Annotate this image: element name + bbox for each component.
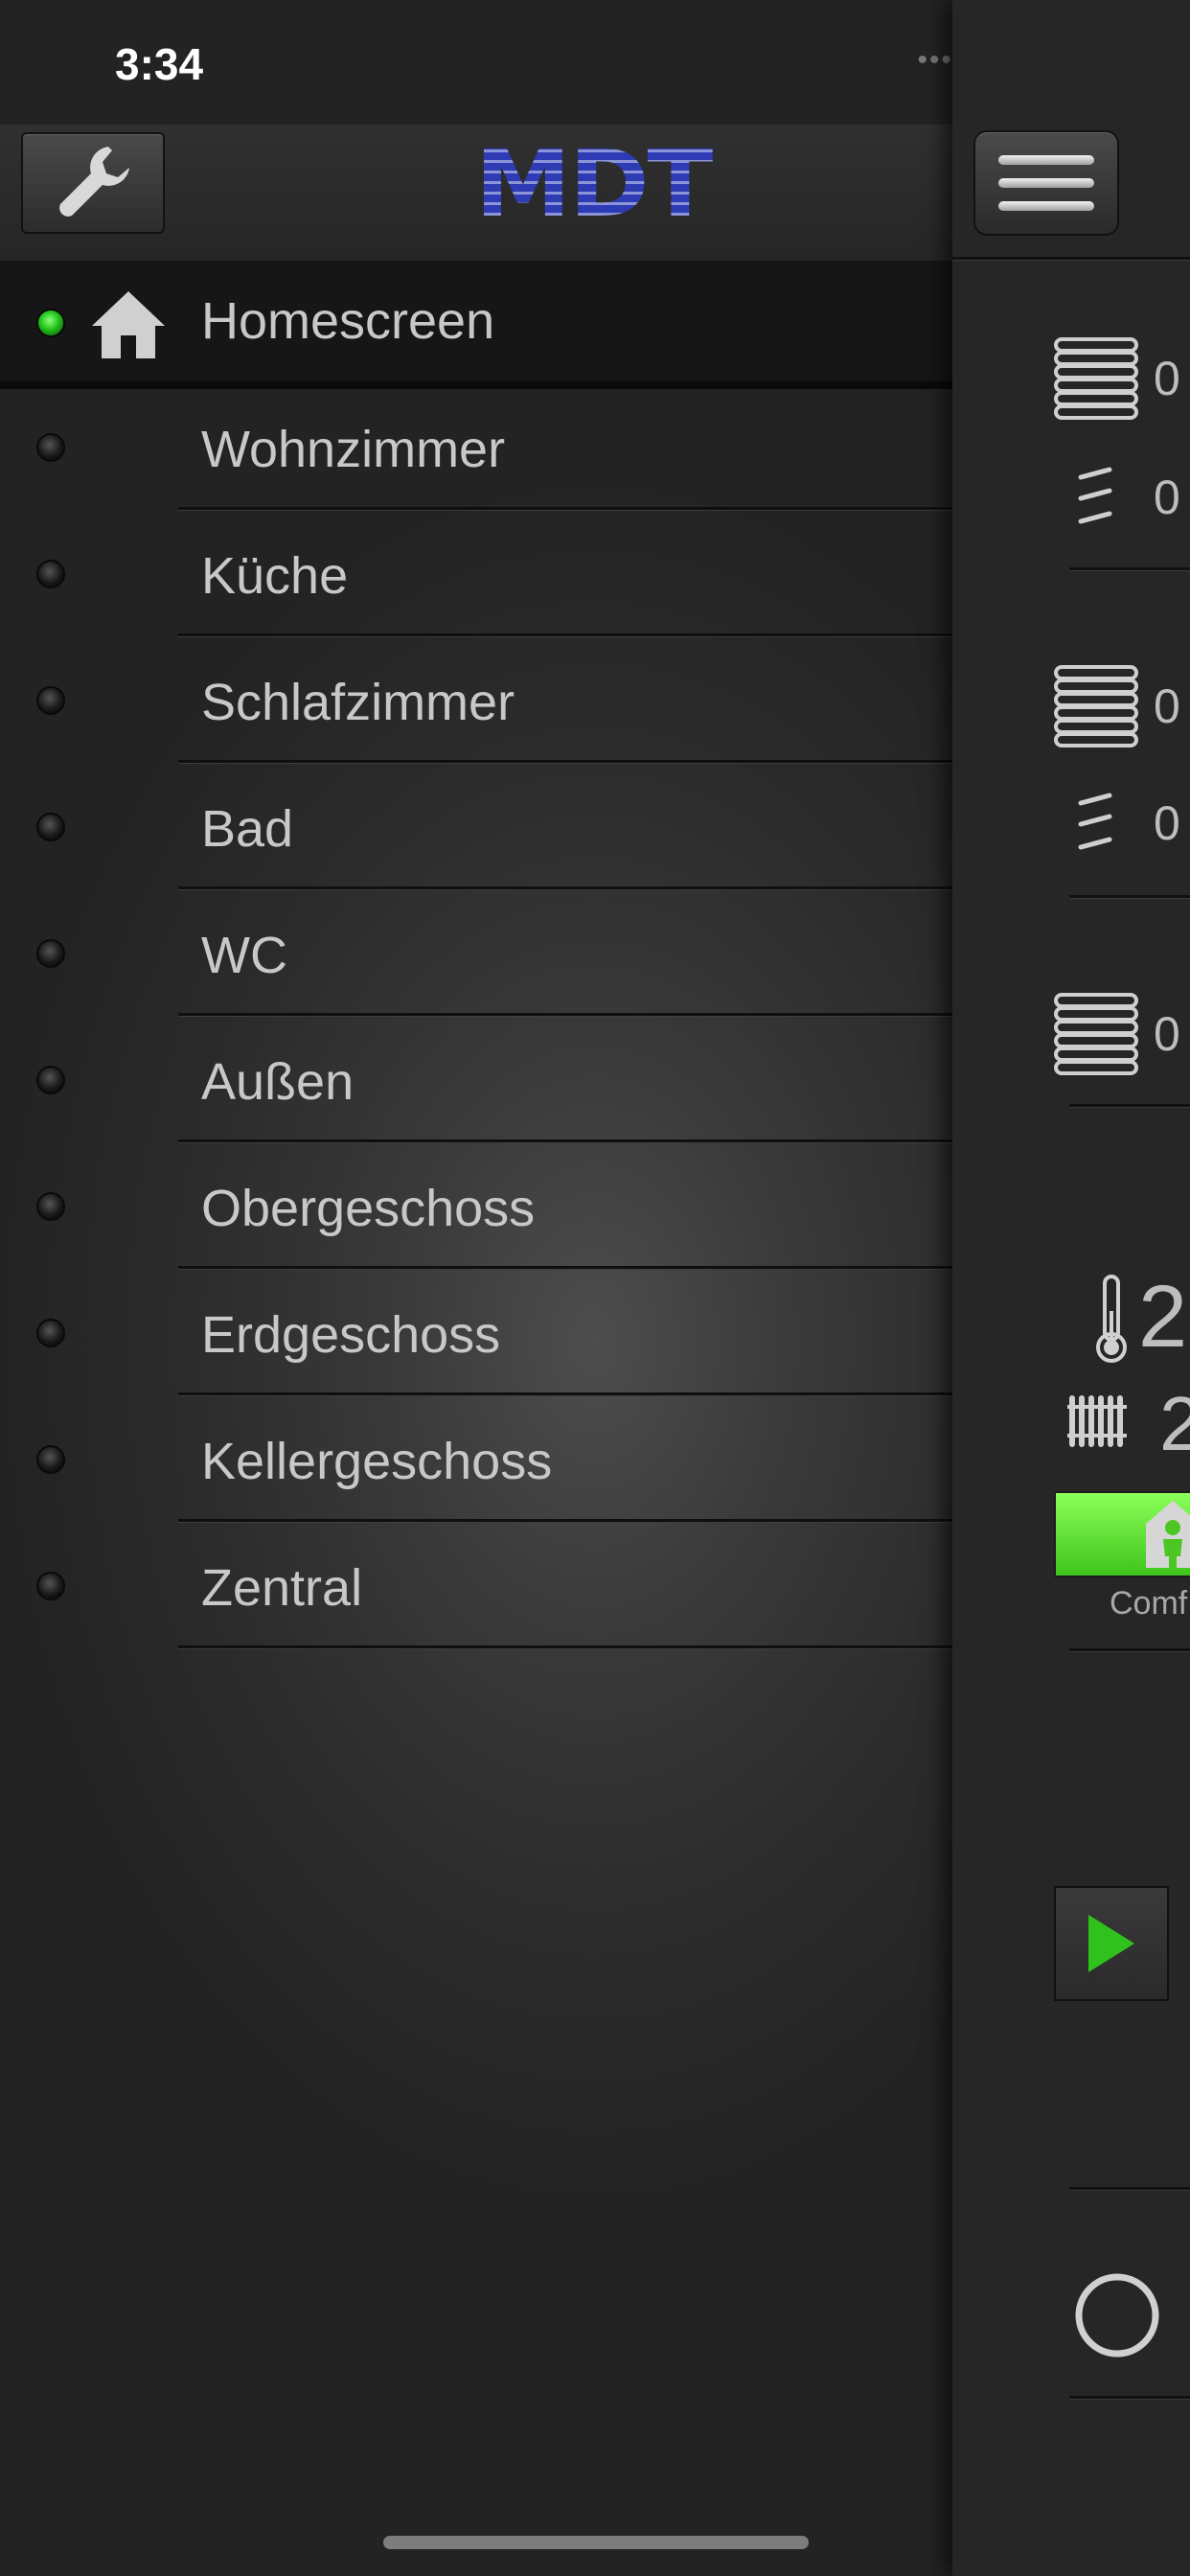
menu-item-label: Kellergeschoss — [201, 1433, 553, 1490]
slat-angle-value: 0 — [1154, 796, 1180, 850]
menu-item-label: Schlafzimmer — [201, 674, 515, 731]
hamburger-icon-bar — [998, 178, 1094, 188]
radiator-icon — [1067, 1395, 1127, 1447]
room-temperature-value: 2 — [1138, 1268, 1188, 1366]
menu-item-obergeschoss[interactable]: Obergeschoss — [0, 1144, 952, 1269]
hamburger-icon — [998, 155, 1094, 165]
divider — [178, 633, 952, 636]
circle-toggle-icon[interactable] — [1071, 2269, 1163, 2361]
hamburger-icon-bar — [998, 201, 1094, 211]
status-led — [36, 560, 65, 588]
blind-position-value: 0 — [1154, 679, 1180, 733]
divider — [1069, 2187, 1190, 2190]
divider — [1069, 1104, 1190, 1107]
mdt-logo: MDT — [464, 138, 723, 230]
status-time: 3:34 — [115, 39, 204, 89]
menu-item-label: Bad — [201, 800, 294, 858]
status-led — [36, 433, 65, 462]
divider — [1069, 567, 1190, 570]
menu-item-aussen[interactable]: Außen — [0, 1018, 952, 1142]
slat-angle-value: 0 — [1154, 471, 1180, 524]
status-led — [36, 1572, 65, 1600]
divider — [178, 1139, 952, 1142]
menu-item-label: Homescreen — [201, 292, 495, 350]
comfort-house-icon — [1146, 1501, 1190, 1568]
status-led — [36, 686, 65, 715]
home-icon — [92, 291, 165, 358]
status-led — [36, 1066, 65, 1094]
menu-item-kueche[interactable]: Küche — [0, 512, 952, 636]
menu-item-zentral[interactable]: Zentral — [0, 1524, 952, 1648]
comfort-mode-button[interactable] — [1054, 1491, 1190, 1577]
menu-item-wohnzimmer[interactable]: Wohnzimmer — [0, 385, 952, 510]
menu-item-erdgeschoss[interactable]: Erdgeschoss — [0, 1271, 952, 1395]
setpoint-value: 2 — [1159, 1381, 1190, 1466]
divider — [178, 1392, 952, 1395]
home-indicator[interactable] — [383, 2536, 809, 2549]
status-led — [36, 1445, 65, 1474]
menu-item-label: Außen — [201, 1053, 355, 1111]
header-divider — [952, 257, 1190, 260]
status-led — [36, 939, 65, 968]
slat-icon — [1078, 793, 1112, 850]
settings-button[interactable] — [21, 132, 165, 234]
menu-item-label: Küche — [201, 547, 349, 605]
comfort-mode-label: Comf — [1110, 1585, 1188, 1622]
menu-item-label: Erdgeschoss — [201, 1306, 501, 1364]
status-led — [36, 1192, 65, 1221]
menu-item-label: Zentral — [201, 1559, 363, 1617]
wrench-icon — [59, 147, 129, 217]
blind-icon — [1054, 665, 1138, 748]
menu-item-label: WC — [201, 927, 287, 984]
scene-play-button[interactable] — [1054, 1886, 1169, 2001]
divider — [178, 1519, 952, 1522]
menu-item-bad[interactable]: Bad — [0, 765, 952, 889]
divider — [1069, 1648, 1190, 1651]
status-led — [36, 1319, 65, 1347]
menu-item-homescreen[interactable]: Homescreen — [0, 261, 952, 389]
divider — [178, 1266, 952, 1269]
divider — [178, 760, 952, 763]
divider — [178, 507, 952, 510]
blind-position-value: 0 — [1154, 352, 1180, 405]
blind-icon — [1054, 993, 1138, 1075]
menu-item-label: Wohnzimmer — [201, 421, 506, 478]
divider — [1069, 2396, 1190, 2399]
divider — [178, 1645, 952, 1648]
divider — [178, 886, 952, 889]
slat-icon — [1078, 467, 1112, 524]
blind-position-value: 0 — [1154, 1007, 1180, 1061]
divider — [1069, 895, 1190, 898]
thermometer-icon — [1096, 1275, 1127, 1363]
status-led-active — [36, 309, 65, 337]
play-icon — [1088, 1915, 1134, 1972]
menu-item-kellergeschoss[interactable]: Kellergeschoss — [0, 1397, 952, 1522]
menu-item-schlafzimmer[interactable]: Schlafzimmer — [0, 638, 952, 763]
status-led — [36, 813, 65, 841]
menu-toggle-button[interactable] — [973, 130, 1119, 236]
menu-item-wc[interactable]: WC — [0, 891, 952, 1016]
divider — [178, 1013, 952, 1016]
menu-item-label: Obergeschoss — [201, 1180, 536, 1237]
blind-icon — [1054, 337, 1138, 420]
